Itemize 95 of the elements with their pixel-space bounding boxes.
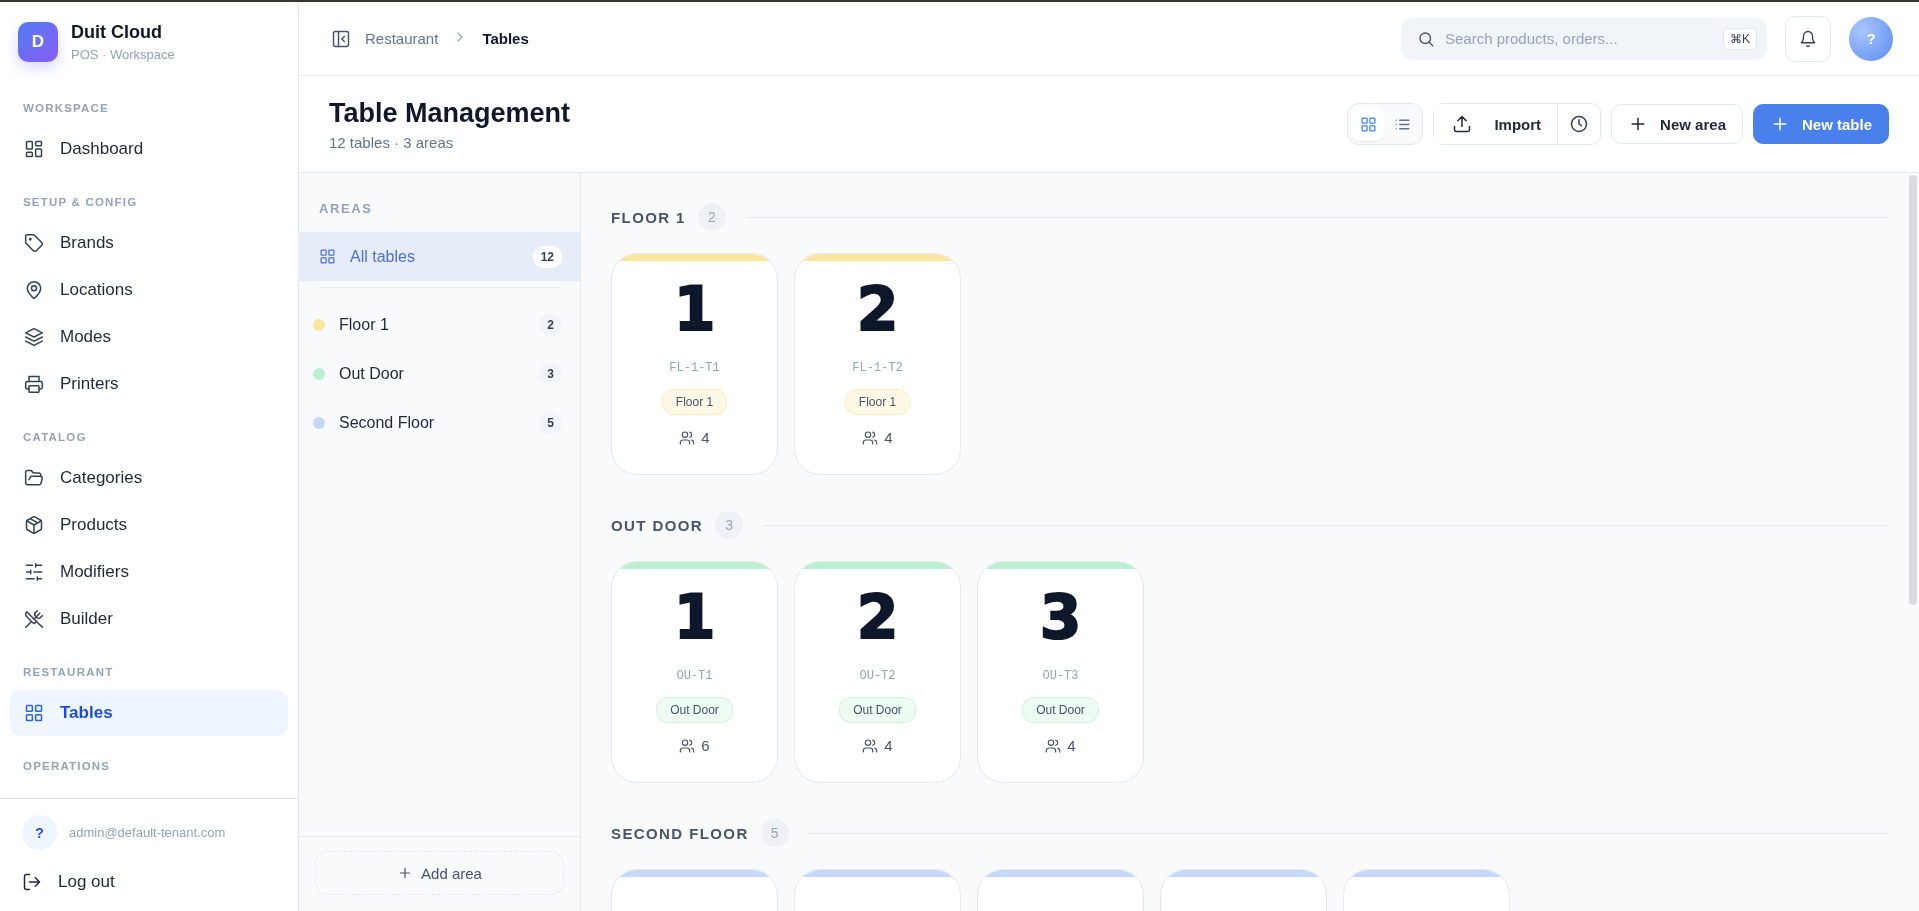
nav-item[interactable]: Dashboard bbox=[10, 126, 288, 172]
page-subtitle: 12 tables · 3 areas bbox=[329, 133, 455, 151]
people-icon bbox=[679, 737, 696, 754]
area-section-title: SECOND FLOOR bbox=[611, 824, 749, 842]
area-item[interactable]: Second Floor 5 bbox=[299, 398, 580, 447]
nav-item[interactable]: Printers bbox=[10, 361, 288, 407]
table-code: OU-T3 bbox=[1042, 669, 1079, 683]
folder-icon bbox=[24, 468, 44, 488]
table-number: 1 bbox=[673, 279, 716, 339]
upload-icon bbox=[1452, 114, 1473, 134]
area-section-count: 3 bbox=[715, 511, 744, 539]
table-code: FL-1-T1 bbox=[669, 361, 720, 375]
area-count: 2 bbox=[539, 313, 562, 336]
new-area-button[interactable]: New area bbox=[1611, 104, 1743, 144]
nav-section-heading: RESTAURANT bbox=[22, 665, 115, 680]
breadcrumb-item: Tables bbox=[482, 30, 529, 47]
nav-section-heading: SETUP & CONFIG bbox=[22, 195, 139, 210]
table-code: FL-1-T2 bbox=[852, 361, 903, 375]
table-code: OU-T2 bbox=[859, 669, 896, 683]
nav-item[interactable]: Locations bbox=[10, 267, 288, 313]
table-number: 3 bbox=[1039, 587, 1082, 647]
nav-item[interactable]: Brands bbox=[10, 220, 288, 266]
area-section-title: FLOOR 1 bbox=[611, 208, 686, 226]
table-number: 1 bbox=[673, 587, 716, 647]
location-pin-icon bbox=[24, 280, 44, 300]
area-item[interactable]: All tables 12 bbox=[299, 232, 580, 281]
area-count: 12 bbox=[532, 245, 562, 268]
seat-count: 4 bbox=[884, 429, 893, 446]
area-tag: Floor 1 bbox=[661, 389, 728, 415]
layers-icon bbox=[24, 327, 44, 347]
area-tag: Floor 1 bbox=[844, 389, 911, 415]
areas-heading: AREAS bbox=[318, 200, 374, 218]
nav-item[interactable]: Products bbox=[10, 502, 288, 548]
box-icon bbox=[24, 515, 44, 535]
new-table-button[interactable]: New table bbox=[1752, 104, 1889, 144]
brand-logo: D bbox=[18, 22, 58, 62]
table-card[interactable]: 3 OU-T3 Out Door 4 bbox=[977, 561, 1144, 783]
grid-icon bbox=[1359, 115, 1377, 133]
area-item[interactable]: Floor 1 2 bbox=[299, 300, 580, 349]
panel-icon bbox=[331, 28, 351, 49]
bell-icon bbox=[1799, 29, 1817, 48]
utensils-icon bbox=[24, 609, 44, 629]
printer-icon bbox=[24, 374, 44, 394]
grid-icon bbox=[319, 248, 336, 265]
area-section-count: 5 bbox=[760, 819, 789, 847]
seat-count: 4 bbox=[701, 429, 710, 446]
logout-button[interactable]: Log out bbox=[22, 868, 276, 902]
area-count: 5 bbox=[539, 411, 562, 434]
notifications-button[interactable] bbox=[1785, 15, 1831, 62]
nav-section-heading: CATALOG bbox=[22, 430, 88, 445]
seat-count: 6 bbox=[701, 737, 710, 754]
people-icon bbox=[1045, 737, 1062, 754]
people-icon bbox=[679, 429, 696, 446]
area-item[interactable]: Out Door 3 bbox=[299, 349, 580, 398]
table-card[interactable]: 1 OU-T1 Out Door 6 bbox=[611, 561, 778, 783]
nav-item[interactable]: Modifiers bbox=[10, 549, 288, 595]
seat-count: 4 bbox=[884, 737, 893, 754]
table-number: 2 bbox=[856, 587, 899, 647]
logout-icon bbox=[22, 872, 42, 892]
sidebar-toggle-button[interactable] bbox=[331, 28, 351, 49]
add-area-button[interactable]: Add area bbox=[315, 851, 564, 895]
nav-item[interactable]: Categories bbox=[10, 455, 288, 501]
seat-count: 4 bbox=[1067, 737, 1076, 754]
area-count: 3 bbox=[539, 362, 562, 385]
dashboard-icon bbox=[24, 139, 44, 159]
table-card[interactable]: 2 FL-1-T2 Floor 1 4 bbox=[794, 253, 961, 475]
scrollbar[interactable] bbox=[1909, 175, 1917, 605]
tag-icon bbox=[24, 233, 44, 253]
user-avatar[interactable]: ? bbox=[22, 815, 57, 850]
sliders-icon bbox=[24, 562, 44, 582]
page-title: Table Management bbox=[329, 97, 571, 129]
user-email: admin@default-tenant.com bbox=[69, 825, 226, 840]
table-card[interactable]: 1 FL-1-T1 Floor 1 4 bbox=[611, 253, 778, 475]
area-section-count: 2 bbox=[697, 203, 726, 231]
table-card[interactable]: 2 OU-T2 Out Door 4 bbox=[794, 561, 961, 783]
area-tag: Out Door bbox=[1022, 697, 1099, 723]
nav-section-heading: WORKSPACE bbox=[22, 101, 110, 116]
grid-icon bbox=[24, 703, 44, 723]
breadcrumb-item[interactable]: Restaurant bbox=[365, 30, 439, 47]
people-icon bbox=[862, 737, 879, 754]
area-tag: Out Door bbox=[839, 697, 916, 723]
clock-icon bbox=[1569, 114, 1590, 134]
nav-section-heading: OPERATIONS bbox=[22, 759, 112, 774]
table-number: 2 bbox=[856, 279, 899, 339]
search-icon bbox=[1417, 29, 1435, 48]
nav-item[interactable]: Tables bbox=[10, 690, 288, 736]
brand-subtitle: POS · Workspace bbox=[71, 47, 175, 62]
people-icon bbox=[862, 429, 879, 446]
area-section-title: OUT DOOR bbox=[611, 516, 704, 534]
table-code: OU-T1 bbox=[676, 669, 713, 683]
nav-item[interactable]: Builder bbox=[10, 596, 288, 642]
nav-item[interactable]: Modes bbox=[10, 314, 288, 360]
brand-name: Duit Cloud bbox=[71, 22, 163, 43]
grid-view-button[interactable] bbox=[1351, 107, 1386, 141]
area-tag: Out Door bbox=[656, 697, 733, 723]
